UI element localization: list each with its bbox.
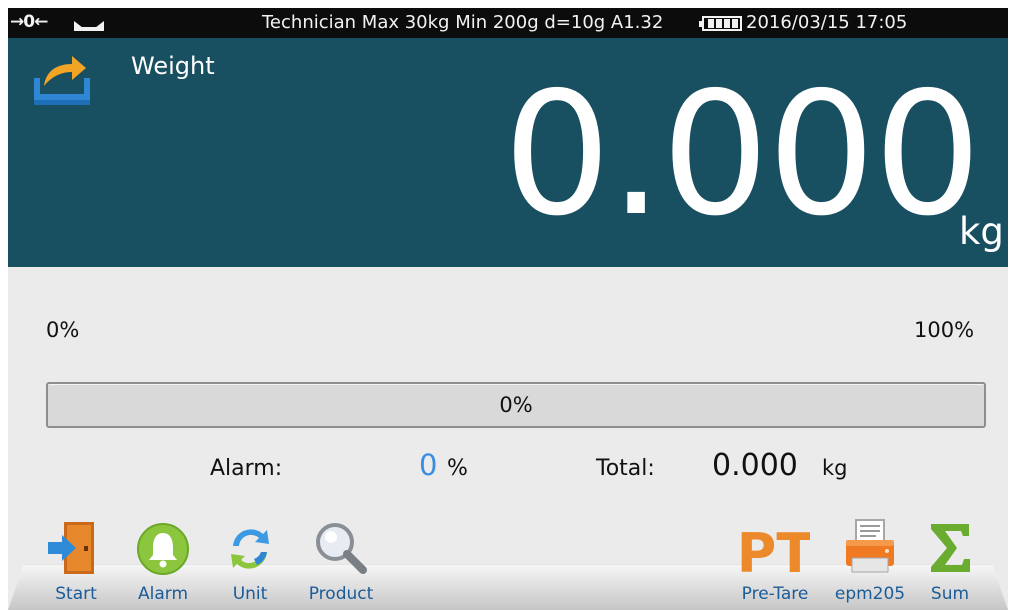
printer-icon <box>846 519 894 573</box>
total-label: Total: <box>596 456 655 481</box>
pt-text-icon: PT <box>740 522 810 576</box>
print-button[interactable]: epm205 <box>830 516 910 610</box>
weight-progress-bar: 0% <box>46 382 986 428</box>
alarm-button[interactable]: Alarm <box>123 516 203 610</box>
door-enter-icon <box>48 522 94 574</box>
sigma-icon <box>931 524 970 572</box>
status-bar: →0← Technician Max 30kg Min 200g d=10g A… <box>8 8 1008 38</box>
unit-button[interactable]: Unit <box>210 516 290 610</box>
progress-value-text: 0% <box>499 393 533 417</box>
weighing-mode-icon[interactable] <box>30 52 94 114</box>
pre-tare-button[interactable]: PT Pre-Tare <box>735 516 815 610</box>
pre-tare-label: Pre-Tare <box>741 584 809 604</box>
refresh-cycle-icon <box>231 529 269 569</box>
bell-icon <box>137 523 189 575</box>
svg-text:PT: PT <box>740 522 810 576</box>
start-label: Start <box>55 584 97 604</box>
zero-indicator: →0← <box>10 12 48 32</box>
scale-screen: →0← Technician Max 30kg Min 200g d=10g A… <box>8 8 1008 610</box>
unit-label: Unit <box>232 584 268 604</box>
alarm-label: Alarm: <box>210 456 283 481</box>
sum-label: Sum <box>930 584 970 604</box>
magnifier-icon <box>316 523 367 574</box>
alarm-button-label: Alarm <box>137 584 189 604</box>
stable-icon <box>74 16 104 35</box>
progress-min-label: 0% <box>46 318 80 342</box>
scale-info-text: Technician Max 30kg Min 200g d=10g A1.32 <box>262 12 664 33</box>
datetime-text: 2016/03/15 17:05 <box>746 12 908 33</box>
total-unit: kg <box>822 456 848 480</box>
progress-max-label: 100% <box>914 318 975 342</box>
weight-value: 0.000 <box>503 56 982 254</box>
weight-unit: kg <box>959 210 1004 253</box>
start-button[interactable]: Start <box>36 516 116 610</box>
alarm-value: 0 <box>419 448 438 482</box>
alarm-unit: % <box>447 456 468 481</box>
battery-icon <box>699 16 742 31</box>
weight-label: Weight <box>131 52 215 80</box>
product-button[interactable]: Product <box>301 516 381 610</box>
weight-panel: Weight 0.000 kg <box>8 38 1008 267</box>
product-label: Product <box>308 584 374 604</box>
sum-button[interactable]: Sum <box>910 516 990 610</box>
total-value: 0.000 <box>712 448 798 483</box>
